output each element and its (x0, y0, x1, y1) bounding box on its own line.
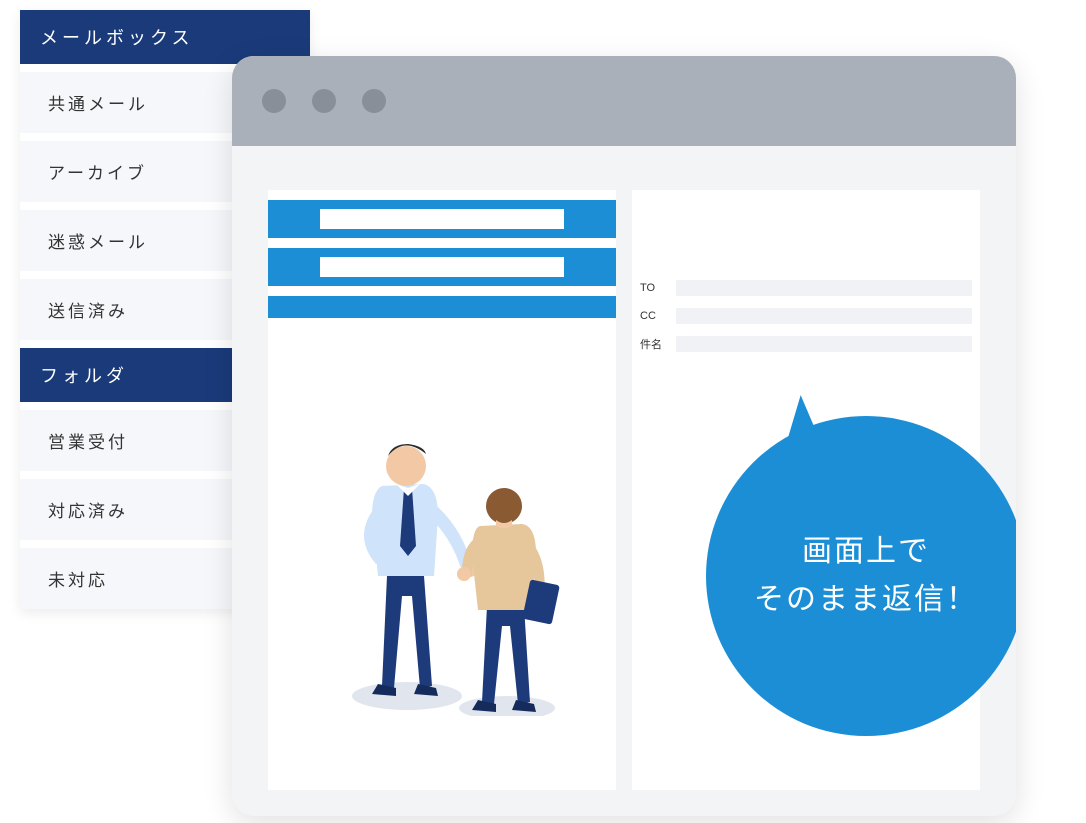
app-window: TO CC 件名 (232, 56, 1016, 816)
cc-label: CC (632, 310, 676, 322)
bubble-line-2: そのまま返信！ (754, 576, 978, 624)
cc-input[interactable] (676, 308, 972, 324)
window-dot-icon (312, 89, 336, 113)
filter-input-1[interactable] (320, 209, 564, 229)
to-input[interactable] (676, 280, 972, 296)
compose-header-area (632, 200, 980, 270)
subject-input[interactable] (676, 336, 972, 352)
subject-row: 件名 (632, 332, 980, 356)
window-dot-icon (262, 89, 286, 113)
to-label: TO (632, 282, 676, 294)
window-dot-icon (362, 89, 386, 113)
mail-list-filter-2[interactable] (268, 248, 616, 286)
title-bar (232, 56, 1016, 146)
bubble-line-1: 画面上で (802, 528, 930, 576)
subject-label: 件名 (632, 336, 676, 352)
to-row: TO (632, 276, 980, 300)
mail-list-filter-1[interactable] (268, 200, 616, 238)
filter-input-2[interactable] (320, 257, 564, 277)
mail-list-header-bar (268, 296, 616, 318)
reply-speech-bubble: 画面上で そのまま返信！ (706, 416, 1016, 736)
people-illustration-icon (312, 396, 592, 716)
cc-row: CC (632, 304, 980, 328)
